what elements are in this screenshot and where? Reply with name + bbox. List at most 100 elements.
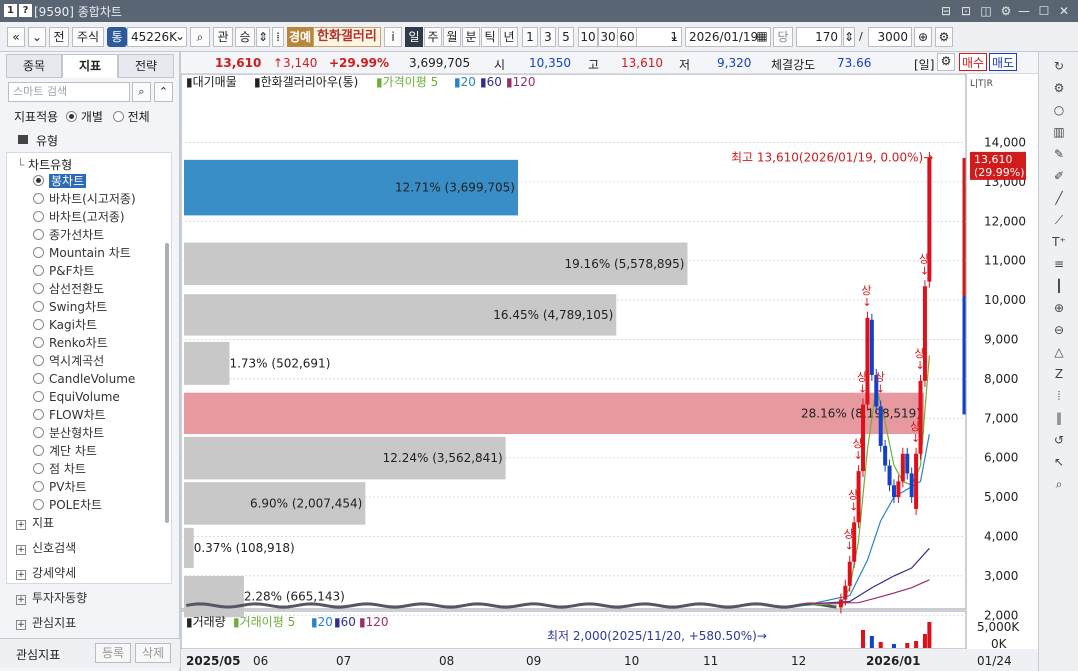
chart-gear-icon[interactable]: ⚙ <box>937 53 955 71</box>
chart-type-item[interactable]: EquiVolume <box>33 388 120 406</box>
nav-prev-button[interactable]: « <box>7 27 25 47</box>
pencil-icon[interactable]: ✐ <box>1051 168 1067 184</box>
chart-type-radio[interactable] <box>33 229 44 240</box>
chart-type-radio[interactable] <box>33 355 44 366</box>
arrow-icon[interactable]: ↖ <box>1051 454 1067 470</box>
close-button[interactable]: ✕ <box>1056 3 1072 19</box>
chart-type-item[interactable]: Mountain 차트 <box>33 244 131 262</box>
total-input[interactable]: 3000 <box>868 27 912 47</box>
chart-type-item[interactable]: P&F차트 <box>33 262 95 280</box>
scroll-handle[interactable]: ⁞ <box>272 27 284 47</box>
bar-chart-icon[interactable]: ▥ <box>1051 124 1067 140</box>
minute-button[interactable]: 30 <box>598 27 618 47</box>
expand-icon[interactable]: + <box>16 545 26 555</box>
code-dropdown-icon[interactable]: ⌄ <box>172 27 188 47</box>
indicator-group[interactable]: + 지표 <box>16 514 54 531</box>
N-icon[interactable]: Z <box>1051 366 1067 382</box>
zoom-in-icon[interactable]: ⊕ <box>1051 300 1067 316</box>
indicator-group[interactable]: + 신호검색 <box>16 539 76 556</box>
market-flag[interactable]: 통 <box>107 27 127 47</box>
fib-icon[interactable]: ≡ <box>1051 256 1067 272</box>
circle-icon[interactable]: ○ <box>1051 102 1067 118</box>
calendar-icon[interactable]: ▦ <box>754 27 770 47</box>
type-section[interactable]: 유형 <box>36 132 58 149</box>
zoom-out-icon[interactable]: ⊖ <box>1051 322 1067 338</box>
refresh-icon[interactable]: ↻ <box>1051 58 1067 74</box>
delete-button[interactable]: 삭제 <box>135 643 171 663</box>
chart-type-radio[interactable] <box>33 445 44 456</box>
undo-icon[interactable]: ↺ <box>1051 432 1067 448</box>
chart-type-item[interactable]: PV차트 <box>33 478 87 496</box>
count-input[interactable]: 170 <box>796 27 842 47</box>
register-button[interactable]: 등록 <box>95 643 131 663</box>
lines-icon[interactable]: ‖ <box>1051 410 1067 426</box>
chart-type-item[interactable]: 삼선전환도 <box>33 280 104 298</box>
chart-type-item[interactable]: 종가선차트 <box>33 226 104 244</box>
indicator-group[interactable]: + 관심지표 <box>16 614 76 631</box>
expand-icon[interactable]: + <box>16 595 26 605</box>
line-icon[interactable]: ╱ <box>1051 190 1067 206</box>
buy-button[interactable]: 매수 <box>959 53 988 71</box>
chart-type-radio[interactable] <box>33 211 44 222</box>
expand-icon[interactable]: + <box>16 570 26 580</box>
chart-type-item[interactable]: CandleVolume <box>33 370 135 388</box>
minute-button[interactable]: 3 <box>540 27 556 47</box>
add-icon[interactable]: ⊕ <box>914 27 932 47</box>
minute-button[interactable]: 1 <box>522 27 538 47</box>
tri-icon[interactable]: △ <box>1051 344 1067 360</box>
chart-type-radio[interactable] <box>33 265 44 276</box>
chart-type-item[interactable]: 바차트(시고저종) <box>33 190 136 208</box>
period-button[interactable]: 일 <box>405 27 423 47</box>
chart-type-radio[interactable] <box>33 193 44 204</box>
candle-icon[interactable]: ┃ <box>1051 278 1067 294</box>
unit-dropdown-icon[interactable]: ⌄ <box>667 27 681 47</box>
chart-type-item[interactable]: Renko차트 <box>33 334 108 352</box>
chart-type-radio[interactable] <box>33 427 44 438</box>
count-spin-icon[interactable]: ⇕ <box>843 27 855 47</box>
minute-button[interactable]: 60 <box>617 27 637 47</box>
text-icon[interactable]: T⁺ <box>1051 234 1067 250</box>
chart-type-item[interactable]: 분산형차트 <box>33 424 104 442</box>
expand-icon[interactable]: + <box>16 520 26 530</box>
updown-spin-icon[interactable]: ⇕ <box>256 27 270 47</box>
chart-type-radio[interactable] <box>33 175 44 186</box>
pen-icon[interactable]: ✎ <box>1051 146 1067 162</box>
collapse-icon[interactable]: ⌃ <box>154 82 173 102</box>
indicator-group[interactable]: + 투자자동향 <box>16 589 87 606</box>
tree-scrollbar[interactable] <box>165 243 169 523</box>
chart-type-radio[interactable] <box>33 499 44 510</box>
chart-type-item[interactable]: POLE차트 <box>33 496 102 514</box>
chart-type-section[interactable]: └ 차트유형 <box>17 156 72 173</box>
wave-icon[interactable]: ⦙ <box>1051 388 1067 404</box>
sell-button[interactable]: 매도 <box>989 53 1018 71</box>
chart-type-radio[interactable] <box>33 319 44 330</box>
chart-type-item[interactable]: Swing차트 <box>33 298 107 316</box>
minimize-button[interactable]: — <box>1016 3 1032 19</box>
chart-area[interactable]: 13,610 ↑3,140 +29.99% 3,699,705 시 10,350… <box>181 52 1038 671</box>
period-button[interactable]: 주 <box>424 27 442 47</box>
nav-down-button[interactable]: ⌄ <box>28 27 46 47</box>
chart-type-item[interactable]: FLOW차트 <box>33 406 106 424</box>
chart-type-item[interactable]: 점 차트 <box>33 460 86 478</box>
period-button[interactable]: 월 <box>443 27 461 47</box>
info-button[interactable]: i <box>384 27 402 47</box>
search-icon[interactable]: ⌕ <box>1051 476 1067 492</box>
gear-icon[interactable]: ⚙ <box>1051 80 1067 96</box>
chart-type-item[interactable]: Kagi차트 <box>33 316 97 334</box>
market-select[interactable]: 주식 <box>72 27 104 47</box>
chart-type-radio[interactable] <box>33 283 44 294</box>
search-stock-button[interactable]: ⌕ <box>190 27 210 47</box>
apply-all-radio[interactable] <box>112 111 124 122</box>
save-icon[interactable]: ⊡ <box>958 3 974 19</box>
chart-type-item[interactable]: 역시계곡선 <box>33 352 104 370</box>
minute-button[interactable]: 5 <box>558 27 574 47</box>
chart-type-radio[interactable] <box>33 391 44 402</box>
chart-type-radio[interactable] <box>33 463 44 474</box>
tab-strategy[interactable]: 전략 <box>118 54 174 78</box>
search-icon[interactable]: ⌕ <box>132 82 151 102</box>
chart-type-radio[interactable] <box>33 337 44 348</box>
window-number-icon[interactable]: 1 <box>4 4 17 17</box>
auto-line-icon[interactable]: ⟋ <box>1051 212 1067 228</box>
chart-type-radio[interactable] <box>33 373 44 384</box>
chart-type-radio[interactable] <box>33 481 44 492</box>
